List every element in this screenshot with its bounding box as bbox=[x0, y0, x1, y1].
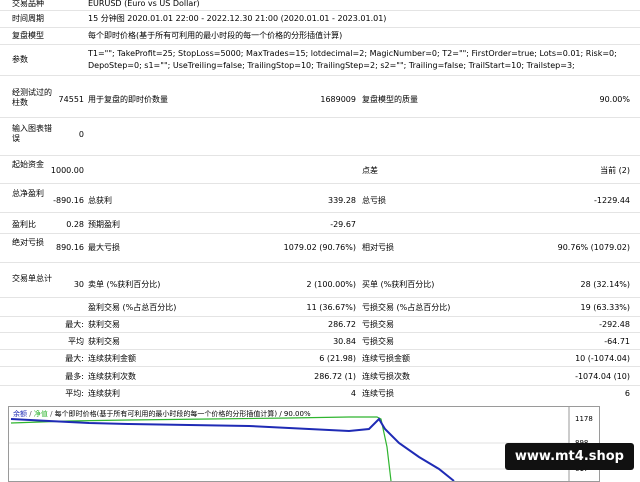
maxamt-profit-label: 连续获利次数 bbox=[88, 372, 136, 381]
maxamt-loss-label: 连续亏损次数 bbox=[362, 372, 410, 381]
short-label: 卖单 (%获利百分比) bbox=[88, 280, 161, 289]
grossprofit-value: 339.28 bbox=[328, 196, 356, 205]
params-line2: DepoStep=0; s1=""; UseTreiling=false; Tr… bbox=[88, 61, 575, 70]
mismatch-value: 0 bbox=[78, 130, 84, 139]
symbol-label: 交易品种 bbox=[12, 0, 44, 8]
pf-label: 盈利比 bbox=[12, 220, 36, 229]
legend-equity: 净值 bbox=[33, 410, 48, 418]
expected-label: 预期盈利 bbox=[88, 220, 120, 229]
spread-label: 点差 bbox=[362, 166, 378, 175]
largest-loss-label: 亏损交易 bbox=[362, 320, 394, 329]
grossloss-label: 总亏损 bbox=[362, 196, 386, 205]
avg-loss-label: 亏损交易 bbox=[362, 337, 394, 346]
avgcons-wins-label: 连续获利 bbox=[88, 389, 120, 398]
quality-value: 90.00% bbox=[599, 95, 630, 104]
profitable-value: 11 (36.67%) bbox=[306, 303, 356, 312]
trades-value: 30 bbox=[73, 280, 84, 289]
netprofit-value: -890.16 bbox=[53, 196, 84, 205]
avgcons-wins-value: 4 bbox=[350, 389, 356, 398]
pf-value: 0.28 bbox=[66, 220, 84, 229]
avg-profit-label: 获利交易 bbox=[88, 337, 120, 346]
profitable-label: 盈利交易 (%占总百分比) bbox=[88, 303, 177, 312]
watermark: www.mt4.shop bbox=[504, 443, 634, 470]
maxcons-losses-value: 10 (-1074.04) bbox=[575, 354, 630, 363]
absdd-value: 890.16 bbox=[56, 243, 84, 252]
largest-label: 最大: bbox=[65, 320, 84, 329]
legend-balance: 余额 bbox=[13, 410, 27, 418]
reldd-label: 相对亏损 bbox=[362, 243, 394, 252]
long-value: 28 (32.14%) bbox=[580, 280, 630, 289]
bars-value: 74551 bbox=[58, 95, 84, 104]
losing-label: 亏损交易 (%占总百分比) bbox=[362, 303, 451, 312]
model-label: 复盘模型 bbox=[12, 31, 44, 40]
losing-value: 19 (63.33%) bbox=[580, 303, 630, 312]
expected-value: -29.67 bbox=[330, 220, 356, 229]
short-value: 2 (100.00%) bbox=[306, 280, 356, 289]
maxcons-label: 最大: bbox=[65, 354, 84, 363]
avg-profit-value: 30.84 bbox=[333, 337, 356, 346]
maxcons-wins-label: 连续获利金额 bbox=[88, 354, 136, 363]
quality-label: 复盘模型的质量 bbox=[362, 95, 418, 104]
maxcons-losses-label: 连续亏损金额 bbox=[362, 354, 410, 363]
equity-line bbox=[10, 416, 392, 481]
avgcons-losses-value: 6 bbox=[624, 389, 630, 398]
avgcons-label: 平均: bbox=[65, 389, 84, 398]
maxamt-loss-value: -1074.04 (10) bbox=[575, 372, 630, 381]
maxamt-label: 最多: bbox=[65, 372, 84, 381]
symbol-value: EURUSD (Euro vs US Dollar) bbox=[88, 0, 200, 8]
chart-legend: 余额 / 净值 / 每个即时价格(基于所有可利用的最小时段的每一个价格的分形插值… bbox=[13, 410, 311, 418]
maxdd-value: 1079.02 (90.76%) bbox=[283, 243, 356, 252]
maxcons-wins-value: 6 (21.98) bbox=[319, 354, 356, 363]
grossloss-value: -1229.44 bbox=[594, 196, 630, 205]
ticks-label: 用于复盘的即时价数量 bbox=[88, 95, 168, 104]
model-value: 每个即时价格(基于所有可利用的最小时段的每一个价格的分形插值计算) bbox=[88, 31, 343, 40]
grossprofit-label: 总获利 bbox=[88, 196, 112, 205]
long-label: 买单 (%获利百分比) bbox=[362, 280, 435, 289]
largest-loss-value: -292.48 bbox=[599, 320, 630, 329]
period-value: 15 分钟图 2020.01.01 22:00 - 2022.12.30 21:… bbox=[88, 14, 387, 23]
largest-profit-value: 286.72 bbox=[328, 320, 356, 329]
params-label: 参数 bbox=[12, 55, 28, 64]
avgcons-losses-label: 连续亏损 bbox=[362, 389, 394, 398]
params-line1: T1=""; TakeProfit=25; StopLoss=5000; Max… bbox=[88, 49, 617, 58]
maxdd-label: 最大亏损 bbox=[88, 243, 120, 252]
period-label: 时间周期 bbox=[12, 14, 44, 23]
avg-label: 平均 bbox=[68, 337, 84, 346]
deposit-value: 1000.00 bbox=[50, 166, 84, 175]
avg-loss-value: -64.71 bbox=[604, 337, 630, 346]
largest-profit-label: 获利交易 bbox=[88, 320, 120, 329]
spread-value: 当前 (2) bbox=[600, 166, 630, 175]
legend-model: 每个即时价格(基于所有可利用的最小时段的每一个价格的分形插值计算) / 90.0… bbox=[54, 410, 311, 418]
y-label-top: 1178 bbox=[575, 415, 593, 423]
reldd-value: 90.76% (1079.02) bbox=[557, 243, 630, 252]
ticks-value: 1689009 bbox=[320, 95, 356, 104]
maxamt-profit-value: 286.72 (1) bbox=[314, 372, 356, 381]
